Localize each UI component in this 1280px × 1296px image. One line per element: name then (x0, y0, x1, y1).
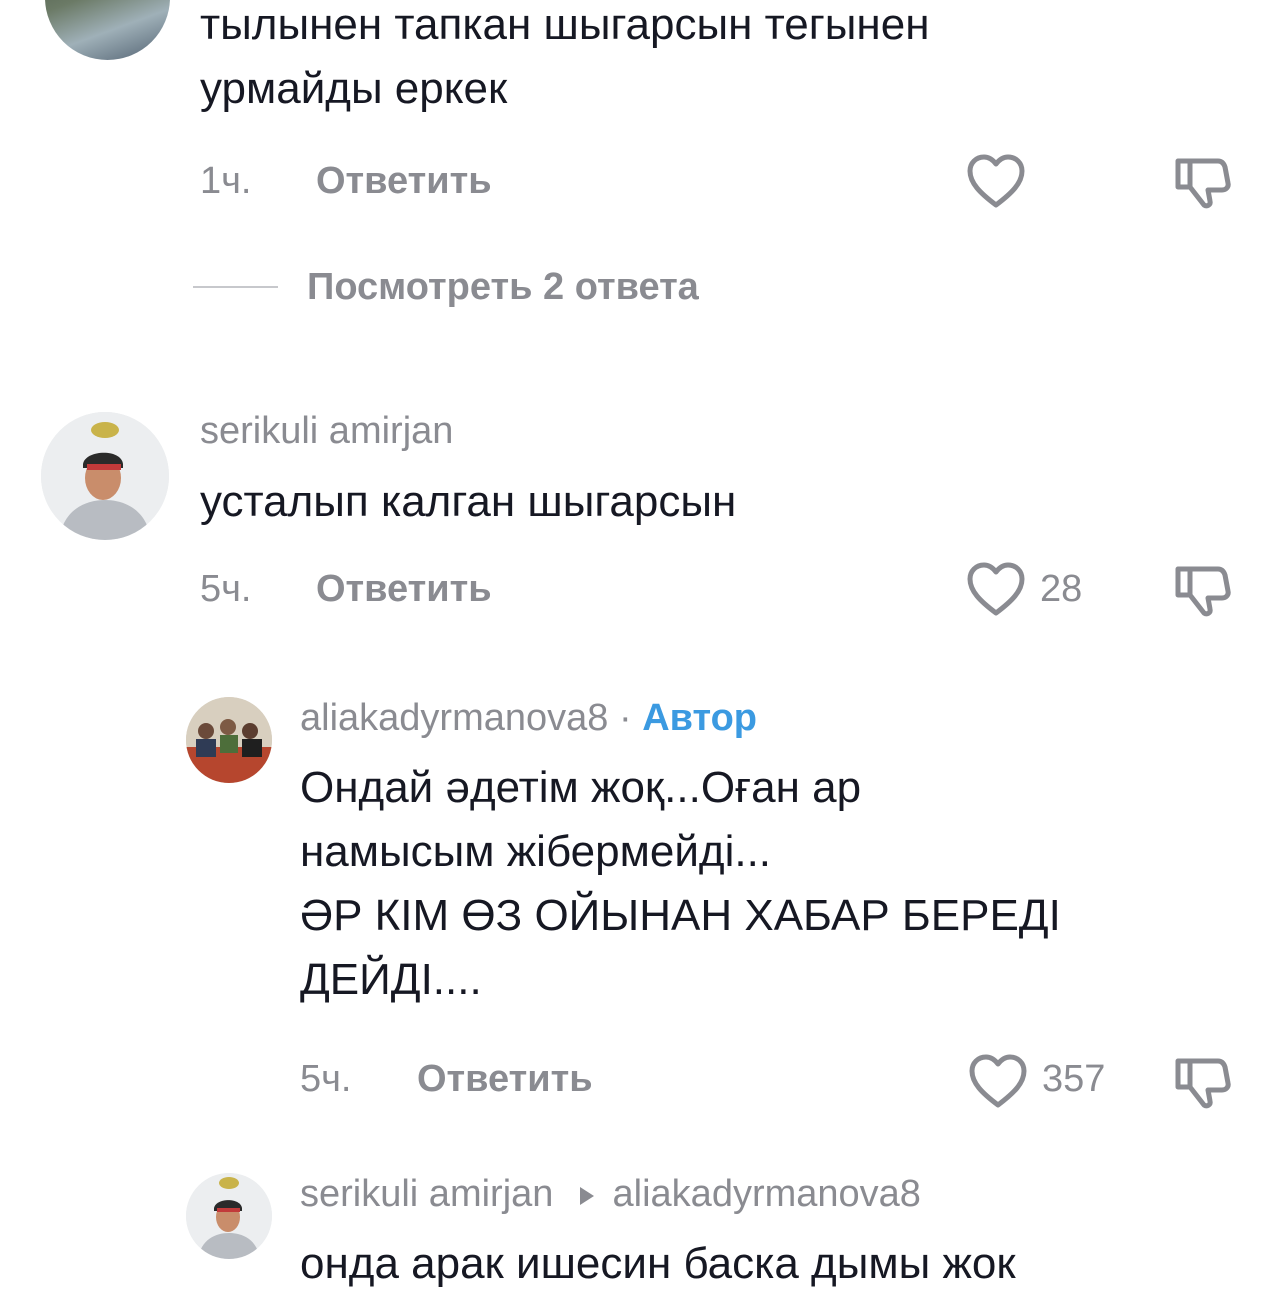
reply-button[interactable]: Ответить (417, 1058, 593, 1101)
comment-username: serikuli amirjan aliakadyrmanova8 (300, 1173, 921, 1216)
reply-to-username[interactable]: aliakadyrmanova8 (613, 1173, 921, 1215)
reply-username[interactable]: serikuli amirjan (300, 1173, 553, 1215)
comment-username[interactable]: serikuli amirjan (200, 410, 453, 453)
reply-button[interactable]: Ответить (316, 568, 492, 611)
thumbs-down-icon[interactable] (1172, 563, 1232, 619)
avatar[interactable] (186, 1173, 272, 1259)
view-replies-button[interactable]: Посмотреть 2 ответа (307, 266, 699, 309)
comment-time: 5ч. (200, 568, 252, 610)
comment-text: Ондай әдетім жоқ...Оған ар намысым жібер… (300, 763, 1061, 1004)
thumbs-down-icon[interactable] (1172, 1055, 1232, 1111)
separator-dot: · (618, 697, 632, 739)
reply-button[interactable]: Ответить (316, 160, 492, 203)
author-badge: Автор (642, 697, 758, 739)
comment-text: онда арак ишесин баска дымы жок (300, 1239, 1016, 1288)
avatar[interactable] (186, 697, 272, 783)
comment-text: тылынен тапкан шыгарсын тегынен урмайды … (200, 0, 930, 113)
comment-text: усталып калган шыгарсын (200, 477, 737, 526)
author-username[interactable]: aliakadyrmanova8 (300, 697, 608, 739)
avatar[interactable] (45, 0, 170, 60)
avatar[interactable] (41, 412, 169, 540)
replies-divider (193, 286, 278, 288)
heart-icon[interactable] (966, 153, 1026, 209)
heart-icon[interactable] (966, 561, 1026, 617)
like-count: 28 (1040, 568, 1083, 610)
thumbs-down-icon[interactable] (1172, 155, 1232, 211)
heart-icon[interactable] (968, 1053, 1028, 1109)
like-count: 357 (1042, 1058, 1106, 1100)
comment-username: aliakadyrmanova8 · Автор (300, 697, 757, 740)
comment-time: 5ч. (300, 1058, 352, 1100)
comment-time: 1ч. (200, 160, 252, 202)
triangle-right-icon (578, 1185, 596, 1207)
